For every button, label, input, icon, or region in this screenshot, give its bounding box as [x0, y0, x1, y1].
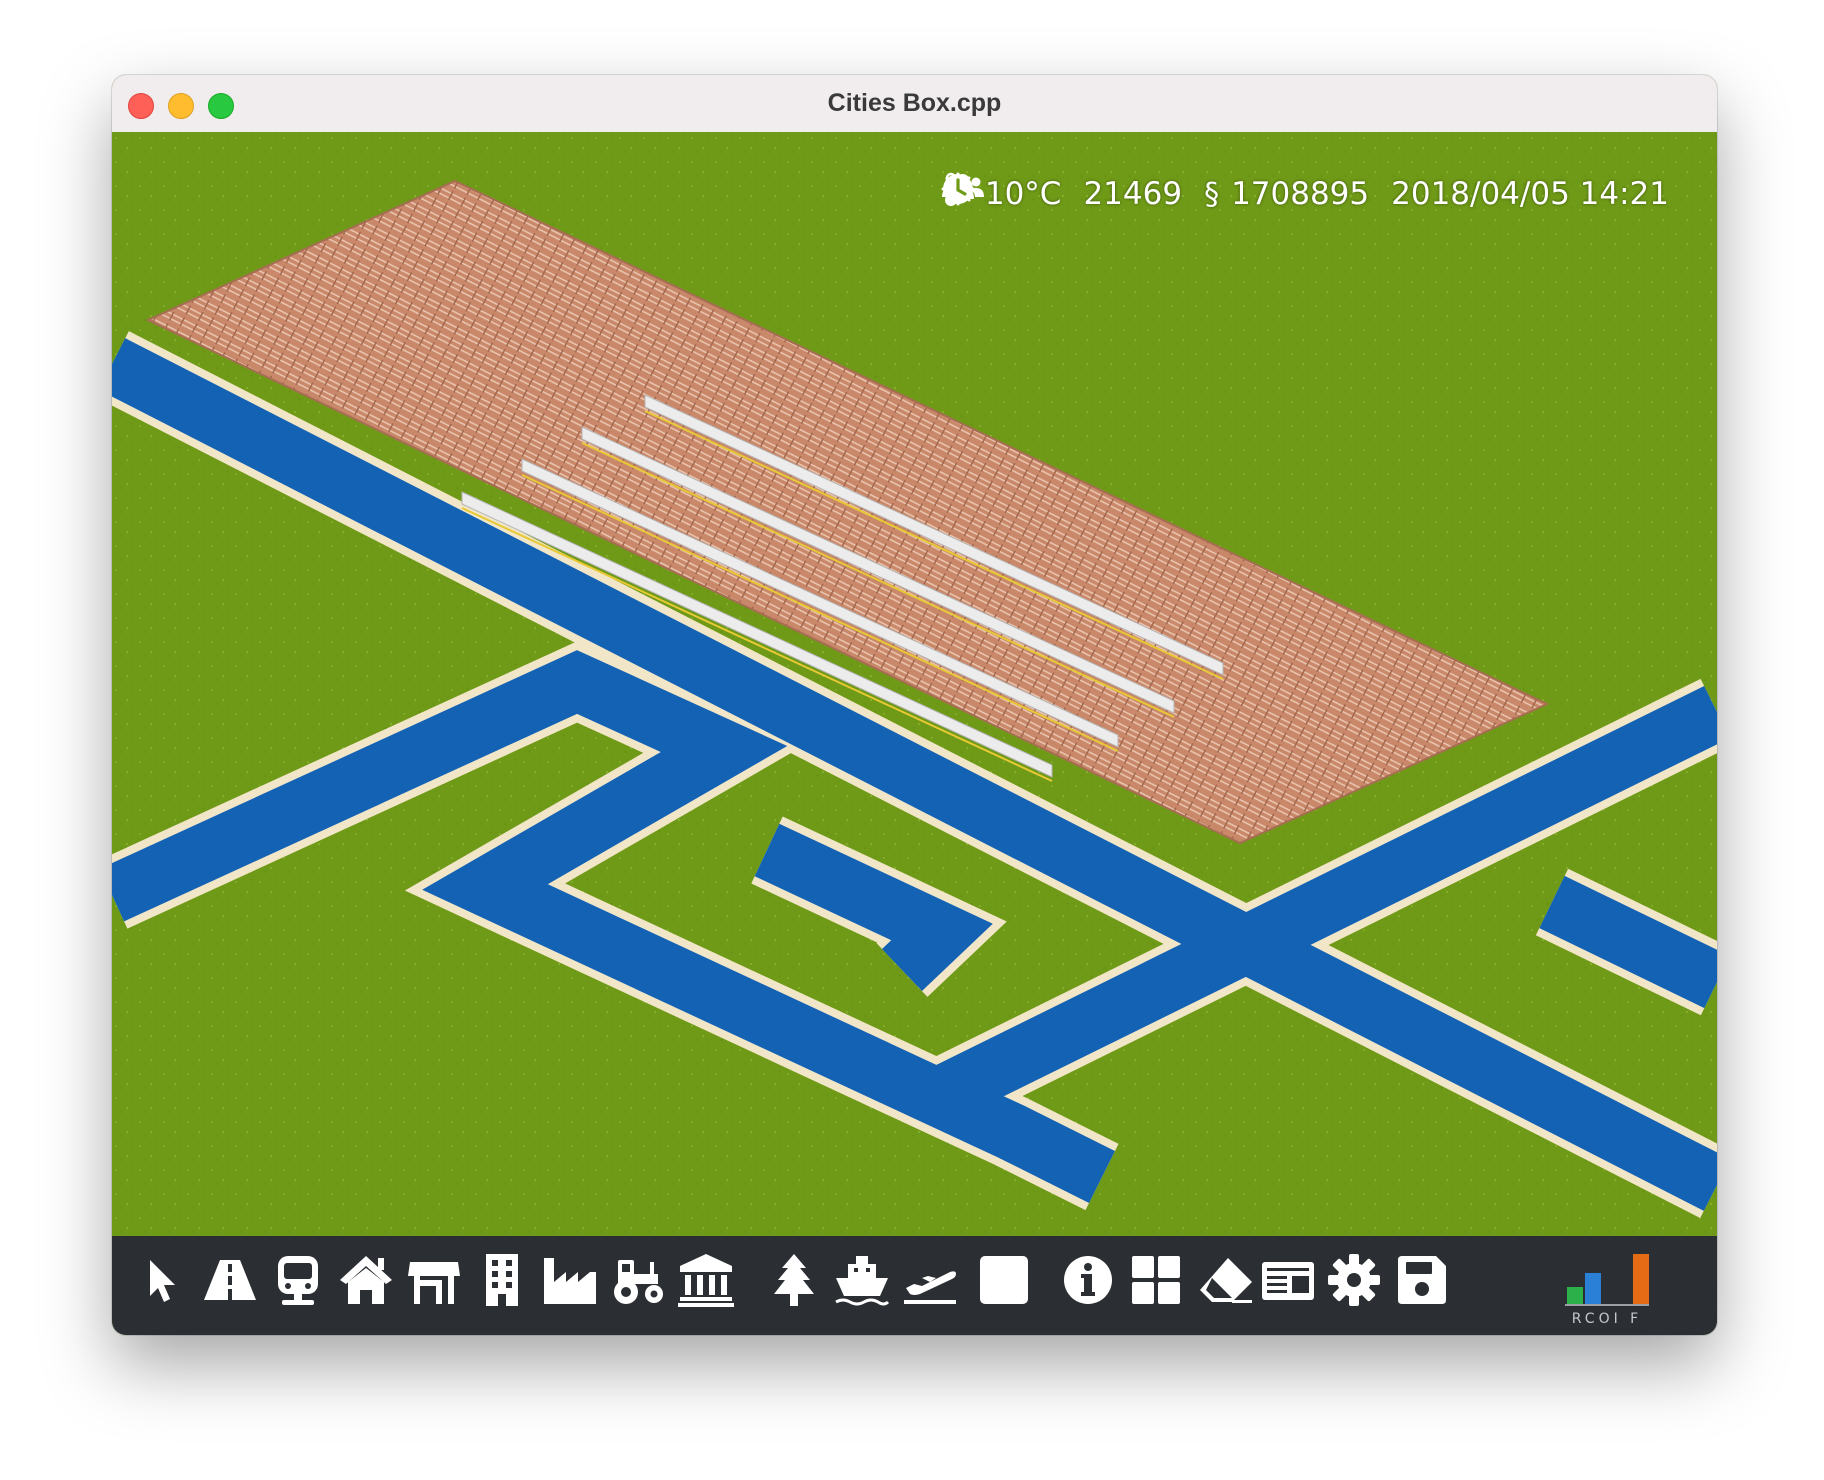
road-icon [204, 1260, 256, 1300]
demand-label: RCOI F [1571, 1311, 1643, 1327]
demand-baseline [1565, 1304, 1649, 1306]
services-tool-button[interactable] [678, 1252, 734, 1308]
population-value: 21469 [1083, 176, 1183, 212]
clock-indicator: 2018/04/05 14:21 [942, 174, 1669, 212]
info-icon [1064, 1256, 1112, 1304]
game-window: Cities Box.cpp 10°C 21469 § 1708895 2018… [112, 75, 1717, 1335]
parks-tool-button[interactable] [766, 1252, 822, 1308]
window-title: Cities Box.cpp [827, 89, 1002, 117]
demand-bar-residential [1567, 1287, 1583, 1304]
save-tool-button[interactable] [1394, 1252, 1450, 1308]
currency-symbol: § [1204, 176, 1220, 212]
grid-icon [1132, 1256, 1180, 1304]
temperature-indicator: 10°C [944, 172, 1062, 212]
rail-tool-button[interactable] [270, 1252, 326, 1308]
city-map[interactable]: 10°C 21469 § 1708895 2018/04/05 14:21 [112, 132, 1717, 1236]
select-tool-button[interactable] [132, 1252, 188, 1308]
population-indicator: 21469 [941, 174, 1183, 212]
tree-icon [774, 1254, 814, 1306]
floppy-disk-icon [1398, 1256, 1446, 1304]
status-bar: 10°C 21469 § 1708895 2018/04/05 14:21 [941, 172, 1669, 216]
money-value: 1708895 [1231, 176, 1370, 212]
office-building-icon [486, 1254, 518, 1306]
demand-chart [1565, 1254, 1649, 1306]
demand-meter[interactable]: RCOI F [1557, 1244, 1657, 1330]
bulldoze-tool-button[interactable] [1198, 1252, 1254, 1308]
money-indicator: § 1708895 [1204, 176, 1369, 212]
airport-tool-button[interactable] [902, 1252, 958, 1308]
ledger-icon [1262, 1262, 1314, 1300]
square-icon [980, 1256, 1028, 1304]
shop-icon [408, 1262, 460, 1304]
ship-icon [835, 1256, 890, 1306]
tractor-icon [614, 1260, 663, 1304]
terrain-tool-button[interactable] [976, 1252, 1032, 1308]
toolbar: RCOI F [112, 1236, 1717, 1335]
demand-bar-commercial [1585, 1273, 1601, 1304]
government-building-icon [678, 1254, 734, 1307]
eraser-icon [1200, 1258, 1252, 1303]
train-icon [278, 1256, 318, 1305]
harbor-tool-button[interactable] [834, 1252, 890, 1308]
temperature-value: 10°C [984, 176, 1062, 212]
budget-tool-button[interactable] [1260, 1252, 1316, 1308]
house-icon [340, 1256, 392, 1304]
gear-icon [1328, 1254, 1380, 1306]
farming-tool-button[interactable] [610, 1252, 666, 1308]
commercial-tool-button[interactable] [406, 1252, 462, 1308]
residential-tool-button[interactable] [338, 1252, 394, 1308]
info-tool-button[interactable] [1060, 1252, 1116, 1308]
industrial-tool-button[interactable] [542, 1252, 598, 1308]
datetime-value: 2018/04/05 14:21 [1391, 176, 1669, 212]
districts-tool-button[interactable] [1128, 1252, 1184, 1308]
office-tool-button[interactable] [474, 1252, 530, 1308]
road-tool-button[interactable] [202, 1252, 258, 1308]
plane-takeoff-icon [904, 1271, 956, 1304]
factory-icon [544, 1258, 596, 1304]
demand-bar-industrial [1633, 1254, 1649, 1304]
clock-icon [942, 174, 973, 204]
cursor-icon [150, 1260, 175, 1302]
title-bar: Cities Box.cpp [112, 75, 1717, 133]
settings-tool-button[interactable] [1326, 1252, 1382, 1308]
